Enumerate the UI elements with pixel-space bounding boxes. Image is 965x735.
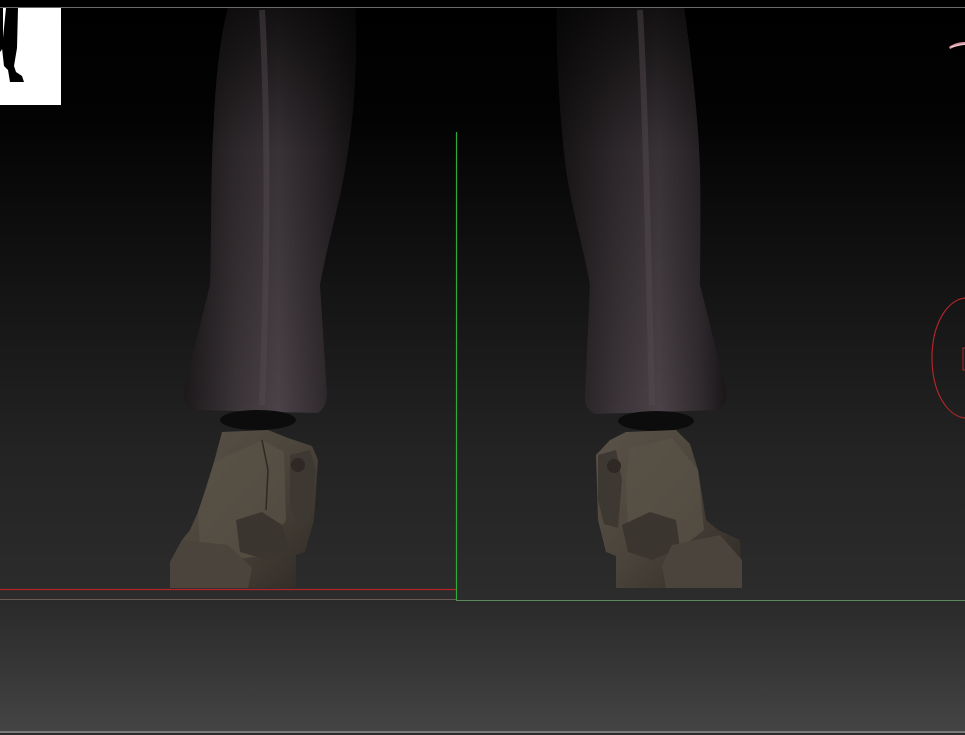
right-leg <box>556 8 727 414</box>
figure-silhouette-icon <box>0 8 24 82</box>
3d-viewport[interactable] <box>0 0 965 735</box>
scene-render[interactable] <box>0 0 965 735</box>
left-ankle-shadow <box>220 410 296 430</box>
left-leg <box>183 8 356 413</box>
transform-gizmo-icon[interactable] <box>947 38 965 50</box>
viewport-bottom-border <box>0 731 965 733</box>
right-boot <box>596 430 742 588</box>
right-ankle-shadow <box>618 411 694 431</box>
rotation-ring-icon[interactable] <box>925 296 965 420</box>
left-boot <box>170 430 318 588</box>
navigator-thumbnail[interactable] <box>0 8 61 105</box>
